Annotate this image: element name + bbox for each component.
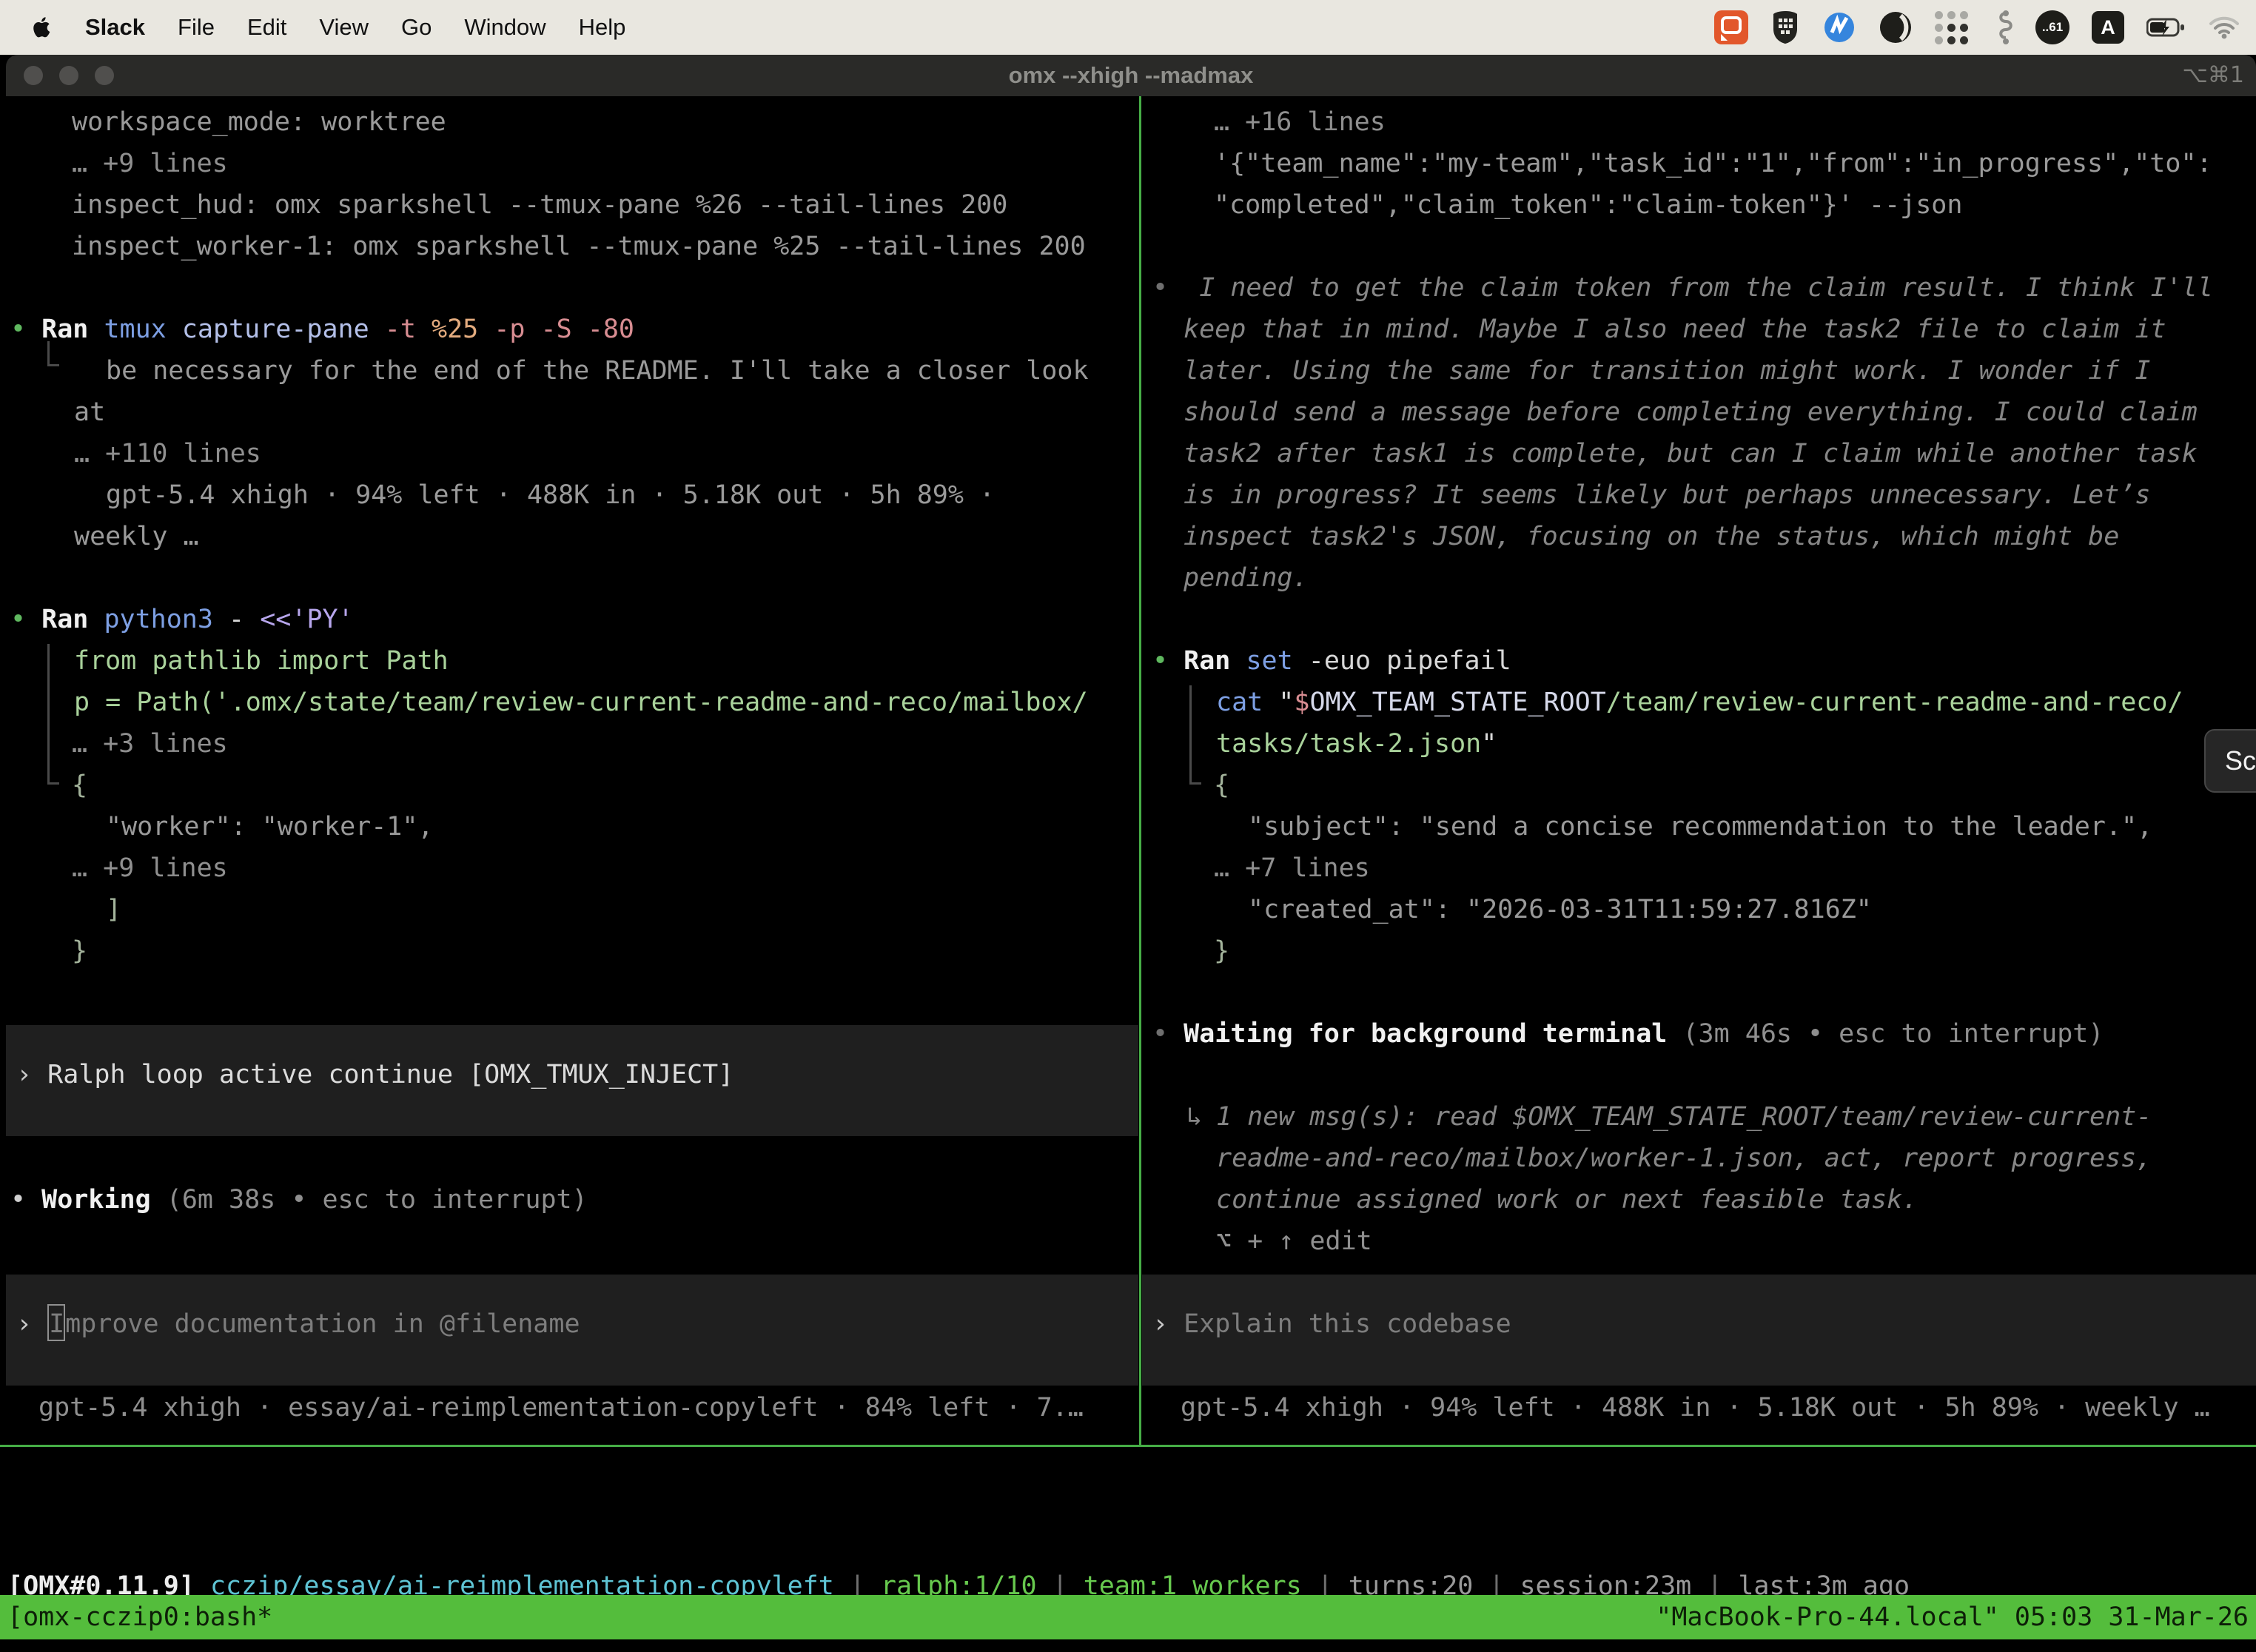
session-status-right: gpt-5.4 xhigh · 94% left · 488K in · 5.1… <box>1181 1387 2210 1428</box>
bullet-icon: • <box>10 605 26 634</box>
mailbox-message-line: continue assigned work or next feasible … <box>1216 1179 1918 1220</box>
bullet-icon: • <box>10 1185 26 1215</box>
working-status: • Working (6m 38s • esc to interrupt) <box>10 1179 588 1220</box>
terminal: workspace_mode: worktree … +9 lines insp… <box>0 96 2256 1652</box>
window-shortcut: ⌥⌘1 <box>2182 55 2244 96</box>
pane-right-worker: … +16 lines '{"team_name":"my-team","tas… <box>1142 96 2256 1445</box>
menu-item-help[interactable]: Help <box>579 14 626 41</box>
tmux-host-clock: "MacBook-Pro-44.local" 05:03 31-Mar-26 <box>1656 1595 2256 1639</box>
wifi-icon[interactable] <box>2209 16 2240 39</box>
chevron-prompt-icon: › <box>1152 1309 1168 1339</box>
edit-shortcut-hint: ⌥ + ↑ edit <box>1216 1220 1372 1262</box>
output-line: gpt-5.4 xhigh · 94% left · 488K in · 5.1… <box>106 474 995 516</box>
menu-item-file[interactable]: File <box>178 14 215 41</box>
collapsed-lines: … +9 lines <box>72 143 228 184</box>
collapsed-lines: … +16 lines <box>1214 101 1386 143</box>
pane-bottom-border <box>0 1445 2256 1447</box>
output-line: inspect_hud: omx sparkshell --tmux-pane … <box>72 184 1007 226</box>
mailbox-message-line: 1 new msg(s): read $OMX_TEAM_STATE_ROOT/… <box>1216 1096 2152 1138</box>
pane-left-hud: workspace_mode: worktree … +9 lines insp… <box>0 96 1138 1445</box>
thinking-line: task2 after task1 is complete, but can I… <box>1184 433 2198 474</box>
prompt-input-right[interactable]: › Explain this codebase <box>1142 1275 2256 1386</box>
output-line: inspect_worker-1: omx sparkshell --tmux-… <box>72 226 1086 267</box>
output-line: } <box>1214 930 1229 972</box>
output-line: { <box>72 765 87 806</box>
bullet-icon: • <box>1152 1019 1168 1049</box>
thinking-line: pending. <box>1184 557 1309 599</box>
sync-badge-icon[interactable] <box>1822 10 1856 44</box>
collapsed-lines: … +110 lines <box>74 433 261 474</box>
output-line: "worker": "worker-1", <box>106 806 434 847</box>
squiggle-icon[interactable] <box>1991 10 2013 45</box>
tmux-status-bar: [omx-cczip0:bash* "MacBook-Pro-44.local"… <box>0 1595 2256 1639</box>
tmux-session-name[interactable]: [omx-cczip0:bash* <box>0 1595 272 1639</box>
menu-item-app[interactable]: Slack <box>85 14 145 41</box>
command-line-set: • Ran set -euo pipefail <box>1152 640 1511 682</box>
thinking-line: inspect task2's JSON, focusing on the st… <box>1184 516 2119 557</box>
thinking-line: later. Using the same for transition mig… <box>1184 350 2150 392</box>
menu-item-go[interactable]: Go <box>401 14 432 41</box>
menu-item-window[interactable]: Window <box>464 14 545 41</box>
output-line: } <box>72 930 87 972</box>
window-title-bar: omx --xhigh --madmax ⌥⌘1 <box>6 55 2256 96</box>
pane-divider[interactable] <box>1139 96 1141 1445</box>
mailbox-message-line: readme-and-reco/mailbox/worker-1.json, a… <box>1216 1138 2152 1179</box>
disk-icon[interactable] <box>1879 10 1913 44</box>
output-line: workspace_mode: worktree <box>72 101 446 143</box>
output-corner <box>47 341 59 366</box>
menu-item-view[interactable]: View <box>319 14 369 41</box>
mailbox-arrow-icon: ↳ <box>1186 1096 1202 1138</box>
code-line: cat "$OMX_TEAM_STATE_ROOT/team/review-cu… <box>1216 682 2183 723</box>
collapsed-lines: … +3 lines <box>72 723 228 765</box>
chevron-prompt-icon: › <box>16 1309 32 1339</box>
macos-menu-bar: Slack File Edit View Go Window Help ..61… <box>0 0 2256 55</box>
menu-item-edit[interactable]: Edit <box>247 14 286 41</box>
thinking-bullet-line: • I need to get the claim token from the… <box>1152 267 2213 309</box>
thinking-line: should send a message before completing … <box>1184 392 2198 433</box>
waiting-status: • Waiting for background terminal (3m 46… <box>1152 1013 2104 1055</box>
code-line: p = Path('.omx/state/team/review-current… <box>74 682 1088 723</box>
bullet-icon: • <box>1152 273 1168 303</box>
ralph-loop-status: › Ralph loop active continue [OMX_TMUX_I… <box>16 1054 733 1095</box>
command-line-python: • Ran python3 - <<'PY' <box>10 599 354 640</box>
input-placeholder: › Explain this codebase <box>1152 1303 1511 1345</box>
command-line-tmux: • Ran tmux capture-pane -t %25 -p -S -80 <box>10 309 634 350</box>
output-line: { <box>1214 765 1229 806</box>
collapsed-lines: … +9 lines <box>72 847 228 889</box>
shield-grid-icon[interactable] <box>1770 10 1800 45</box>
input-source-a-icon[interactable]: A <box>2092 11 2124 44</box>
ralph-status-band: › Ralph loop active continue [OMX_TMUX_I… <box>6 1025 1138 1136</box>
chevron-prompt-icon: › <box>16 1060 32 1089</box>
output-line: "created_at": "2026-03-31T11:59:27.816Z" <box>1248 889 1872 930</box>
output-line: at <box>74 392 105 433</box>
output-line: weekly … <box>74 516 199 557</box>
thinking-line: keep that in mind. Maybe I also need the… <box>1184 309 2166 350</box>
output-rail <box>47 644 59 785</box>
bullet-icon: • <box>1152 646 1168 676</box>
session-status-left: gpt-5.4 xhigh · essay/ai-reimplementatio… <box>38 1387 1084 1428</box>
output-rail <box>1189 685 1201 785</box>
prompt-input-left[interactable]: › Improve documentation in @filename <box>6 1275 1138 1386</box>
apple-logo-icon[interactable] <box>33 16 53 39</box>
code-line: from pathlib import Path <box>74 640 449 682</box>
screen-tooltip: Scre <box>2204 729 2256 793</box>
battery-icon[interactable] <box>2146 17 2186 38</box>
thinking-line: is in progress? It seems likely but perh… <box>1184 474 2150 516</box>
output-line: "completed","claim_token":"claim-token"}… <box>1214 184 1962 226</box>
text-cursor: I <box>47 1304 65 1341</box>
output-line: be necessary for the end of the README. … <box>106 350 1089 392</box>
output-line: ] <box>106 889 121 930</box>
bullet-icon: • <box>10 315 26 344</box>
messages-icon[interactable] <box>1714 10 1748 44</box>
code-line: tasks/task-2.json" <box>1216 723 1497 765</box>
collapsed-lines: … +7 lines <box>1214 847 1370 889</box>
window-title: omx --xhigh --madmax <box>6 55 2256 96</box>
dots-grid-icon[interactable] <box>1935 10 1969 44</box>
output-line: '{"team_name":"my-team","task_id":"1","f… <box>1214 143 2212 184</box>
badge-61-icon[interactable]: ..61 <box>2035 10 2069 44</box>
output-line: "subject": "send a concise recommendatio… <box>1248 806 2152 847</box>
input-placeholder: › Improve documentation in @filename <box>16 1303 580 1345</box>
